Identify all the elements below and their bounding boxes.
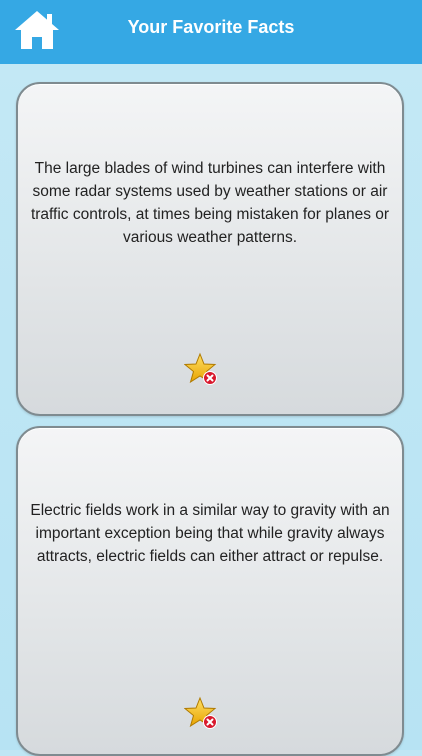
star-remove-icon	[184, 352, 217, 385]
fact-card: The large blades of wind turbines can in…	[16, 82, 404, 416]
remove-favorite-button[interactable]	[184, 696, 220, 732]
remove-favorite-button[interactable]	[184, 352, 220, 388]
fact-card: Electric fields work in a similar way to…	[16, 426, 404, 756]
fact-text: The large blades of wind turbines can in…	[30, 160, 390, 246]
page-title: Your Favorite Facts	[127, 17, 295, 37]
star-remove-icon	[184, 696, 217, 729]
fact-text: Electric fields work in a similar way to…	[30, 502, 390, 565]
top-bar: Your Favorite Facts	[0, 0, 422, 64]
